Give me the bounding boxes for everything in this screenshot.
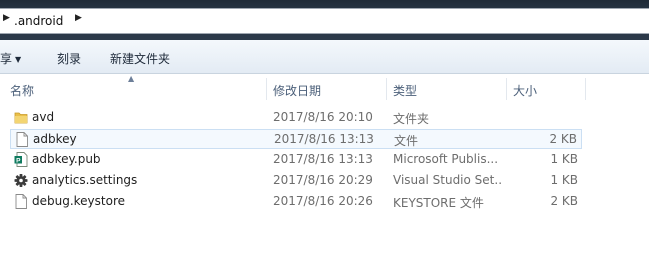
settings-gear-icon bbox=[14, 174, 28, 187]
sort-ascending-icon: ▲ bbox=[128, 74, 135, 83]
breadcrumb-chevron-icon[interactable]: ▶ bbox=[75, 13, 82, 23]
burn-button[interactable]: 刻录 bbox=[57, 50, 81, 67]
column-size-label: 大小 bbox=[513, 84, 538, 98]
file-row-selected[interactable]: adbkey 2017/8/16 13:13 文件 2 KB bbox=[10, 129, 582, 149]
chevron-down-icon: ▼ bbox=[15, 55, 22, 64]
file-row[interactable]: debug.keystore 2017/8/16 20:26 KEYSTORE … bbox=[10, 192, 582, 212]
address-bar[interactable]: ▶ .android ▶ bbox=[0, 8, 649, 34]
file-row[interactable]: analytics.settings 2017/8/16 20:29 Visua… bbox=[10, 171, 582, 191]
file-size: 2 KB bbox=[549, 132, 577, 146]
file-name: avd bbox=[32, 110, 55, 124]
file-name: adbkey bbox=[33, 132, 77, 146]
column-header-name[interactable]: 名称 ▲ bbox=[0, 74, 263, 102]
file-name: analytics.settings bbox=[32, 173, 138, 187]
breadcrumb-folder[interactable]: .android bbox=[14, 14, 63, 28]
file-type: Microsoft Publis... bbox=[393, 152, 499, 166]
column-name-label: 名称 bbox=[10, 84, 35, 98]
publisher-file-icon: P bbox=[14, 152, 28, 167]
share-button[interactable]: 享 ▼ bbox=[0, 50, 21, 67]
file-size: 1 KB bbox=[550, 173, 578, 187]
file-size: 2 KB bbox=[550, 194, 578, 208]
file-icon bbox=[16, 132, 28, 147]
file-date: 2017/8/16 13:13 bbox=[274, 132, 374, 146]
column-type-label: 类型 bbox=[393, 84, 418, 98]
file-date: 2017/8/16 20:29 bbox=[273, 173, 373, 187]
column-divider[interactable] bbox=[585, 78, 586, 100]
column-header-type[interactable]: 类型 bbox=[383, 74, 503, 102]
breadcrumb-arrow-icon[interactable]: ▶ bbox=[3, 13, 10, 23]
command-toolbar: 享 ▼ 刻录 新建文件夹 bbox=[0, 40, 649, 74]
column-header-date[interactable]: 修改日期 bbox=[263, 74, 386, 102]
column-header-row: 名称 ▲ 修改日期 类型 大小 bbox=[0, 74, 649, 102]
share-label: 享 bbox=[0, 52, 13, 66]
column-date-label: 修改日期 bbox=[273, 84, 322, 98]
file-type: KEYSTORE 文件 bbox=[393, 196, 484, 210]
folder-icon bbox=[14, 112, 28, 124]
file-date: 2017/8/16 13:13 bbox=[273, 152, 373, 166]
new-folder-button[interactable]: 新建文件夹 bbox=[110, 50, 170, 67]
file-date: 2017/8/16 20:26 bbox=[273, 194, 373, 208]
svg-text:P: P bbox=[16, 157, 21, 164]
file-row[interactable]: P adbkey.pub 2017/8/16 13:13 Microsoft P… bbox=[10, 150, 582, 170]
file-icon bbox=[15, 194, 27, 209]
file-row[interactable]: avd 2017/8/16 20:10 文件夹 bbox=[10, 108, 582, 128]
file-name: adbkey.pub bbox=[32, 152, 101, 166]
file-date: 2017/8/16 20:10 bbox=[273, 110, 373, 124]
file-type: 文件 bbox=[394, 134, 419, 148]
file-type: Visual Studio Set... bbox=[393, 173, 503, 187]
file-size: 1 KB bbox=[550, 152, 578, 166]
column-header-size[interactable]: 大小 bbox=[503, 74, 583, 102]
file-type: 文件夹 bbox=[393, 112, 430, 126]
file-name: debug.keystore bbox=[32, 194, 126, 208]
